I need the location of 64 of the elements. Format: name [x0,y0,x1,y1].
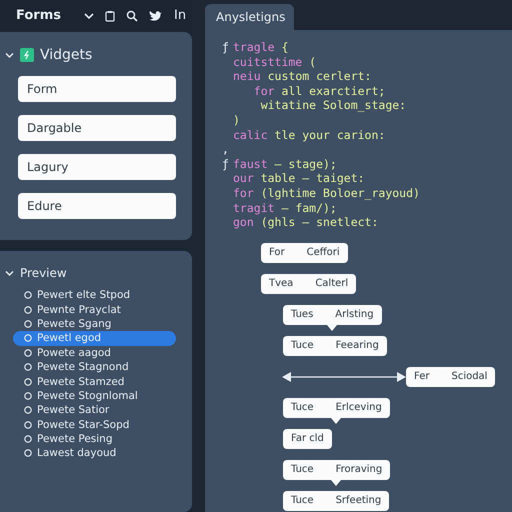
clipboard-icon[interactable] [104,10,115,22]
item-label: Pewete Sgang [37,318,112,330]
flow-box: Far cld [283,428,332,449]
link-text[interactable]: In [174,8,186,23]
code-line: tragle { [233,40,288,55]
code-line: gon (ghls – snetlect: [233,215,378,230]
list-item[interactable]: Pewete Stagnond [0,360,176,374]
item-label: Pewete Stagnond [37,361,129,374]
gutter-mark: ƒ [222,40,229,54]
callout-pointer [327,324,338,331]
section-title: Preview [20,266,67,280]
item-label: Powete aagod [37,346,111,359]
list-item[interactable]: Pewert elte Stpod [0,288,176,302]
callout-pointer [331,418,342,424]
input-field[interactable]: Edure [18,193,176,219]
chevron-icon[interactable] [5,270,14,276]
item-label: Pewete Satior [37,404,110,416]
code-line: witatine Solom_stage: [260,98,406,113]
flow-box: Fer Sciodal [406,366,496,387]
list-item[interactable]: Pewete Stamzed [0,374,176,389]
app-title: Forms [16,8,61,23]
callout-pointer [331,480,342,486]
input-field[interactable]: Lagury [18,154,176,180]
flow-box: Tvea Calterl [261,274,356,294]
list-item[interactable]: Pewete Pesing [0,432,176,446]
list-item[interactable]: Pewete Sgang [0,316,176,332]
code-line: neiu custom cerlert: [233,69,372,84]
input-field[interactable]: Dargable [18,115,176,141]
code-line: calic tle your carion: [233,128,386,142]
list-item[interactable]: Powete aagod [0,346,176,360]
code-line: tragit – fam/); [233,200,337,216]
search-icon[interactable] [126,10,138,22]
list-item[interactable]: Powete Star-Sopd [0,418,176,432]
editor-tab[interactable]: Anysletigns [205,4,294,30]
bird-icon[interactable] [148,10,163,22]
widget-icon [20,48,34,62]
item-label: Pewetl egod [37,332,102,344]
chevron-icon[interactable] [5,52,14,58]
item-label: Pewnte Prayclat [37,304,121,316]
item-label: Pewert elte Stpod [37,289,130,302]
item-label: Pewete Stognlomal [37,390,138,402]
code-line: ) [233,112,240,128]
gutter-mark: ƒ [222,156,229,171]
code-line: cuitsttime ( [233,54,316,70]
list-item[interactable]: Pewete Satior [0,403,176,418]
flow-box: Tuce Srfeeting [283,490,390,511]
code-line: our table – taiget: [233,171,365,186]
flow-box: Tuce Feearing [283,336,387,356]
code-line: faust – stage); [233,156,337,172]
item-label: Pewete Stamzed [37,376,124,388]
list-item[interactable]: Lawest dayoud [0,446,176,461]
list-item[interactable]: Pewete Stognlomal [0,388,176,404]
input-field[interactable]: Form [18,76,176,102]
section-title: Vidgets [40,47,92,63]
caret-icon[interactable] [84,12,94,20]
flow-box: For Ceffori [261,242,348,263]
item-label: Pewete Pesing [37,433,113,446]
list-item[interactable]: Pewetl egod [13,331,176,346]
list-item[interactable]: Pewnte Prayclat [0,302,176,317]
code-line: for all exarctiert; [252,84,386,98]
item-label: Lawest dayoud [37,447,116,460]
code-line: for (lghtime Boloer_rayoud) [233,186,420,201]
item-label: Powete Star-Sopd [37,418,130,431]
gutter-mark: , [222,142,229,156]
